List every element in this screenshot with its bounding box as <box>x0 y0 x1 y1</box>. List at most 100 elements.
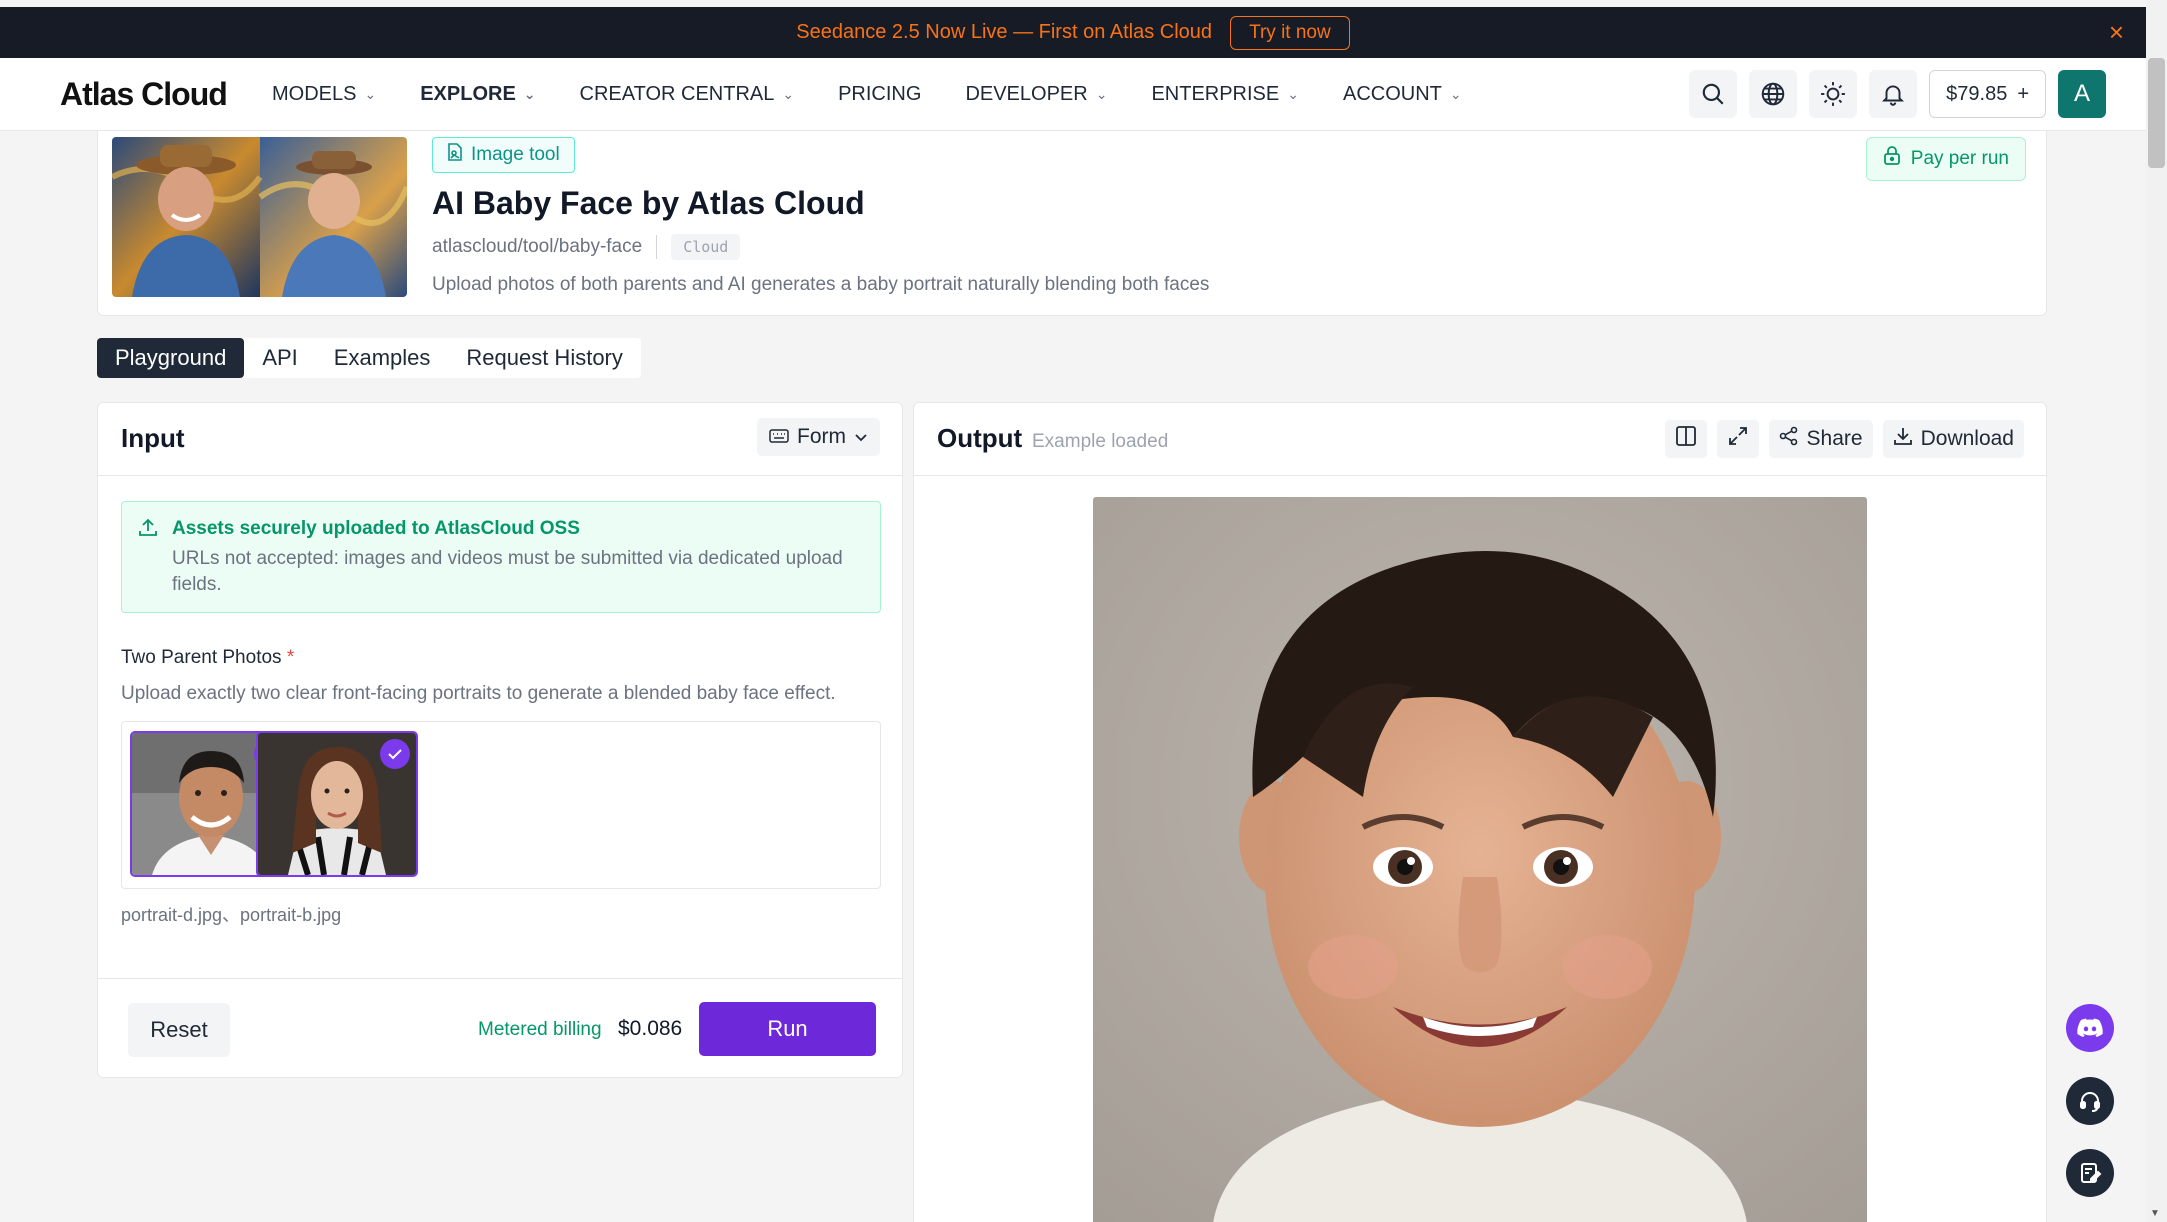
pay-per-run-badge: Pay per run <box>1865 137 2026 181</box>
sun-icon[interactable] <box>1809 70 1858 118</box>
scrollbar-track[interactable] <box>2146 0 2167 1222</box>
nav-item-label: ACCOUNT <box>1342 83 1442 105</box>
search-icon[interactable] <box>1689 70 1738 118</box>
share-icon <box>1779 426 1799 452</box>
model-meta: atlascloud/tool/baby-face Cloud <box>432 234 741 260</box>
nav-item-label: MODELS <box>272 83 357 105</box>
nav-actions: $79.85 + A <box>1689 70 2106 118</box>
tab-request-history[interactable]: Request History <box>448 338 641 378</box>
download-button[interactable]: Download <box>1882 420 2024 458</box>
tab-api[interactable]: API <box>244 338 315 378</box>
billing-label: Metered billing <box>478 1019 602 1040</box>
tab-playground[interactable]: Playground <box>97 338 245 378</box>
check-icon <box>380 739 410 769</box>
keyboard-icon <box>769 425 789 449</box>
form-mode-select[interactable]: Form <box>757 418 880 456</box>
top-nav: Atlas Cloud MODELS ⌄ EXPLORE ⌄ CREATOR CEN… <box>0 58 2146 131</box>
bell-icon[interactable] <box>1869 70 1918 118</box>
pricing-label: Pay per run <box>1910 148 2009 169</box>
required-mark: * <box>286 647 295 668</box>
download-icon <box>1893 426 1913 452</box>
nav-menu: MODELS ⌄ EXPLORE ⌄ CREATOR CENTRAL ⌄ PRICIN… <box>272 58 1506 131</box>
model-description: Upload photos of both parents and AI gen… <box>432 274 1210 295</box>
output-actions: Share Download <box>1664 420 2024 458</box>
model-thumbnail <box>112 137 407 297</box>
divider <box>98 475 902 476</box>
divider <box>656 235 658 259</box>
nav-item-label: PRICING <box>838 83 922 105</box>
field-label-text: Two Parent Photos <box>121 647 282 668</box>
uploaded-file-names: portrait-d.jpg、portrait-b.jpg <box>121 905 342 925</box>
output-image <box>1093 497 1867 1222</box>
nav-item-label: CREATOR CENTRAL <box>579 83 775 105</box>
form-mode-label: Form <box>797 425 846 448</box>
badge-label: Image tool <box>471 144 560 165</box>
upload-icon <box>138 518 158 543</box>
nav-item-creator-central[interactable]: CREATOR CENTRAL ⌄ <box>580 83 795 106</box>
balance-button[interactable]: $79.85 + <box>1929 70 2046 118</box>
chevron-down-icon: ⌄ <box>523 86 536 102</box>
parent-photos-upload[interactable] <box>121 721 881 889</box>
nav-item-models[interactable]: MODELS ⌄ <box>272 83 376 106</box>
scroll-down-arrow-icon[interactable]: ▼ <box>2150 1208 2160 1219</box>
expand-icon <box>1727 425 1749 453</box>
split-view-button[interactable] <box>1664 420 1707 458</box>
tab-examples[interactable]: Examples <box>316 338 449 378</box>
share-label: Share <box>1806 427 1863 450</box>
nav-item-explore[interactable]: EXPLORE ⌄ <box>420 83 535 106</box>
chevron-down-icon: ⌄ <box>1449 86 1462 102</box>
chevron-down-icon: ⌄ <box>1287 86 1299 102</box>
divider <box>914 475 2046 476</box>
run-button[interactable]: Run <box>699 1002 876 1056</box>
nav-item-pricing[interactable]: PRICING <box>838 83 921 106</box>
lock-icon <box>1883 146 1901 172</box>
output-panel: Output Example loaded Share Download <box>913 402 2047 1222</box>
upload-notice: Assets securely uploaded to AtlasCloud O… <box>121 501 881 613</box>
model-header-card: Image tool AI Baby Face by Atlas Cloud a… <box>97 131 2047 316</box>
nav-item-developer[interactable]: DEVELOPER ⌄ <box>965 83 1107 106</box>
balance-value: $79.85 <box>1946 82 2008 105</box>
notice-title: Assets securely uploaded to AtlasCloud O… <box>172 518 580 539</box>
image-tool-badge: Image tool <box>432 137 575 173</box>
share-button[interactable]: Share <box>1768 420 1873 458</box>
close-icon[interactable]: × <box>2109 19 2124 45</box>
provider-tag: Cloud <box>671 234 741 260</box>
nav-item-label: ENTERPRISE <box>1151 83 1280 105</box>
add-funds-icon: + <box>2017 82 2029 105</box>
chevron-down-icon <box>854 425 868 449</box>
columns-icon <box>1675 425 1697 453</box>
fullscreen-button[interactable] <box>1716 420 1759 458</box>
avatar[interactable]: A <box>2058 70 2106 118</box>
output-status: Example loaded <box>1032 431 1169 452</box>
nav-item-account[interactable]: ACCOUNT ⌄ <box>1343 83 1462 106</box>
output-title: Output <box>937 423 1023 453</box>
reset-button[interactable]: Reset <box>128 1003 230 1057</box>
page-title: AI Baby Face by Atlas Cloud <box>432 185 865 221</box>
headset-icon[interactable] <box>2066 1077 2114 1125</box>
nav-item-label: EXPLORE <box>420 83 516 105</box>
run-price: $0.086 <box>618 1017 683 1040</box>
feedback-icon[interactable] <box>2066 1149 2114 1197</box>
nav-item-enterprise[interactable]: ENTERPRISE ⌄ <box>1151 83 1299 106</box>
download-label: Download <box>1920 427 2014 450</box>
chevron-down-icon: ⌄ <box>1095 86 1108 102</box>
document-icon <box>447 143 463 167</box>
banner-text: Seedance 2.5 Now Live — First on Atlas C… <box>796 21 1213 43</box>
tab-bar: Playground API Examples Request History <box>97 338 641 378</box>
chevron-down-icon: ⌄ <box>782 86 795 102</box>
nav-item-label: DEVELOPER <box>965 83 1088 105</box>
divider <box>98 978 902 979</box>
input-title: Input <box>121 423 185 453</box>
scrollbar-thumb[interactable] <box>2148 58 2165 168</box>
parent-photo-2[interactable] <box>256 731 418 877</box>
globe-icon[interactable] <box>1749 70 1798 118</box>
logo[interactable]: Atlas Cloud <box>60 76 228 113</box>
field-help: Upload exactly two clear front-facing po… <box>121 683 836 704</box>
discord-icon[interactable] <box>2066 1004 2114 1052</box>
model-slug[interactable]: atlascloud/tool/baby-face <box>432 236 642 258</box>
field-label: Two Parent Photos * <box>121 647 294 669</box>
notice-body: URLs not accepted: images and videos mus… <box>172 548 843 595</box>
input-panel: Input Form Assets securely uploaded to A… <box>97 402 903 1078</box>
chevron-down-icon: ⌄ <box>364 86 377 102</box>
try-it-now-button[interactable]: Try it now <box>1230 15 1350 50</box>
